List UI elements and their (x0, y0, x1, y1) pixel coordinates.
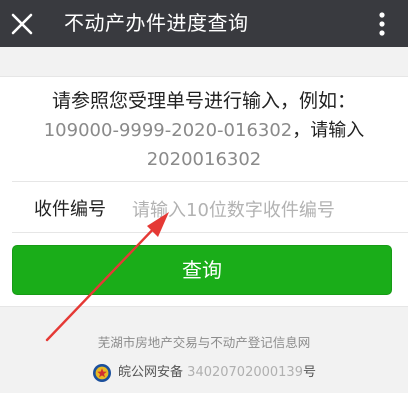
police-badge-icon (92, 363, 112, 383)
instruction-suffix: ，请输入 (292, 120, 365, 141)
page-title: 不动产办件进度查询 (64, 11, 249, 35)
query-card: 请参照您受理单号进行输入，例如： 109000-9999-2020-016302… (0, 76, 408, 307)
example-number: 109000-9999-2020-016302 (43, 120, 293, 141)
more-vertical-icon (379, 12, 385, 36)
divider-bottom (12, 232, 408, 233)
top-bar: 不动产办件进度查询 (0, 0, 408, 47)
instructions: 请参照您受理单号进行输入，例如： 109000-9999-2020-016302… (0, 87, 408, 174)
divider-top (12, 181, 408, 182)
icp-number: 34020702000139 (187, 365, 303, 380)
icp-suffix: 号 (302, 365, 316, 380)
icp-prefix: 皖公网安备 (118, 365, 184, 380)
receipt-number-input[interactable] (132, 192, 392, 228)
footer-site-name: 芜湖市房地产交易与不动产登记信息网 (97, 335, 311, 350)
footer-icp[interactable]: 皖公网安备 34020702000139号 (0, 362, 408, 384)
field-label: 收件编号 (34, 199, 106, 220)
close-button[interactable] (6, 8, 38, 40)
instruction-line-2: 109000-9999-2020-016302，请输入 (0, 116, 408, 145)
instruction-line-1: 请参照您受理单号进行输入，例如： (51, 90, 356, 112)
close-icon (11, 13, 33, 35)
more-options-button[interactable] (364, 6, 400, 42)
query-button[interactable]: 查询 (12, 245, 392, 295)
instruction-line-3: 2020016302 (146, 149, 262, 170)
